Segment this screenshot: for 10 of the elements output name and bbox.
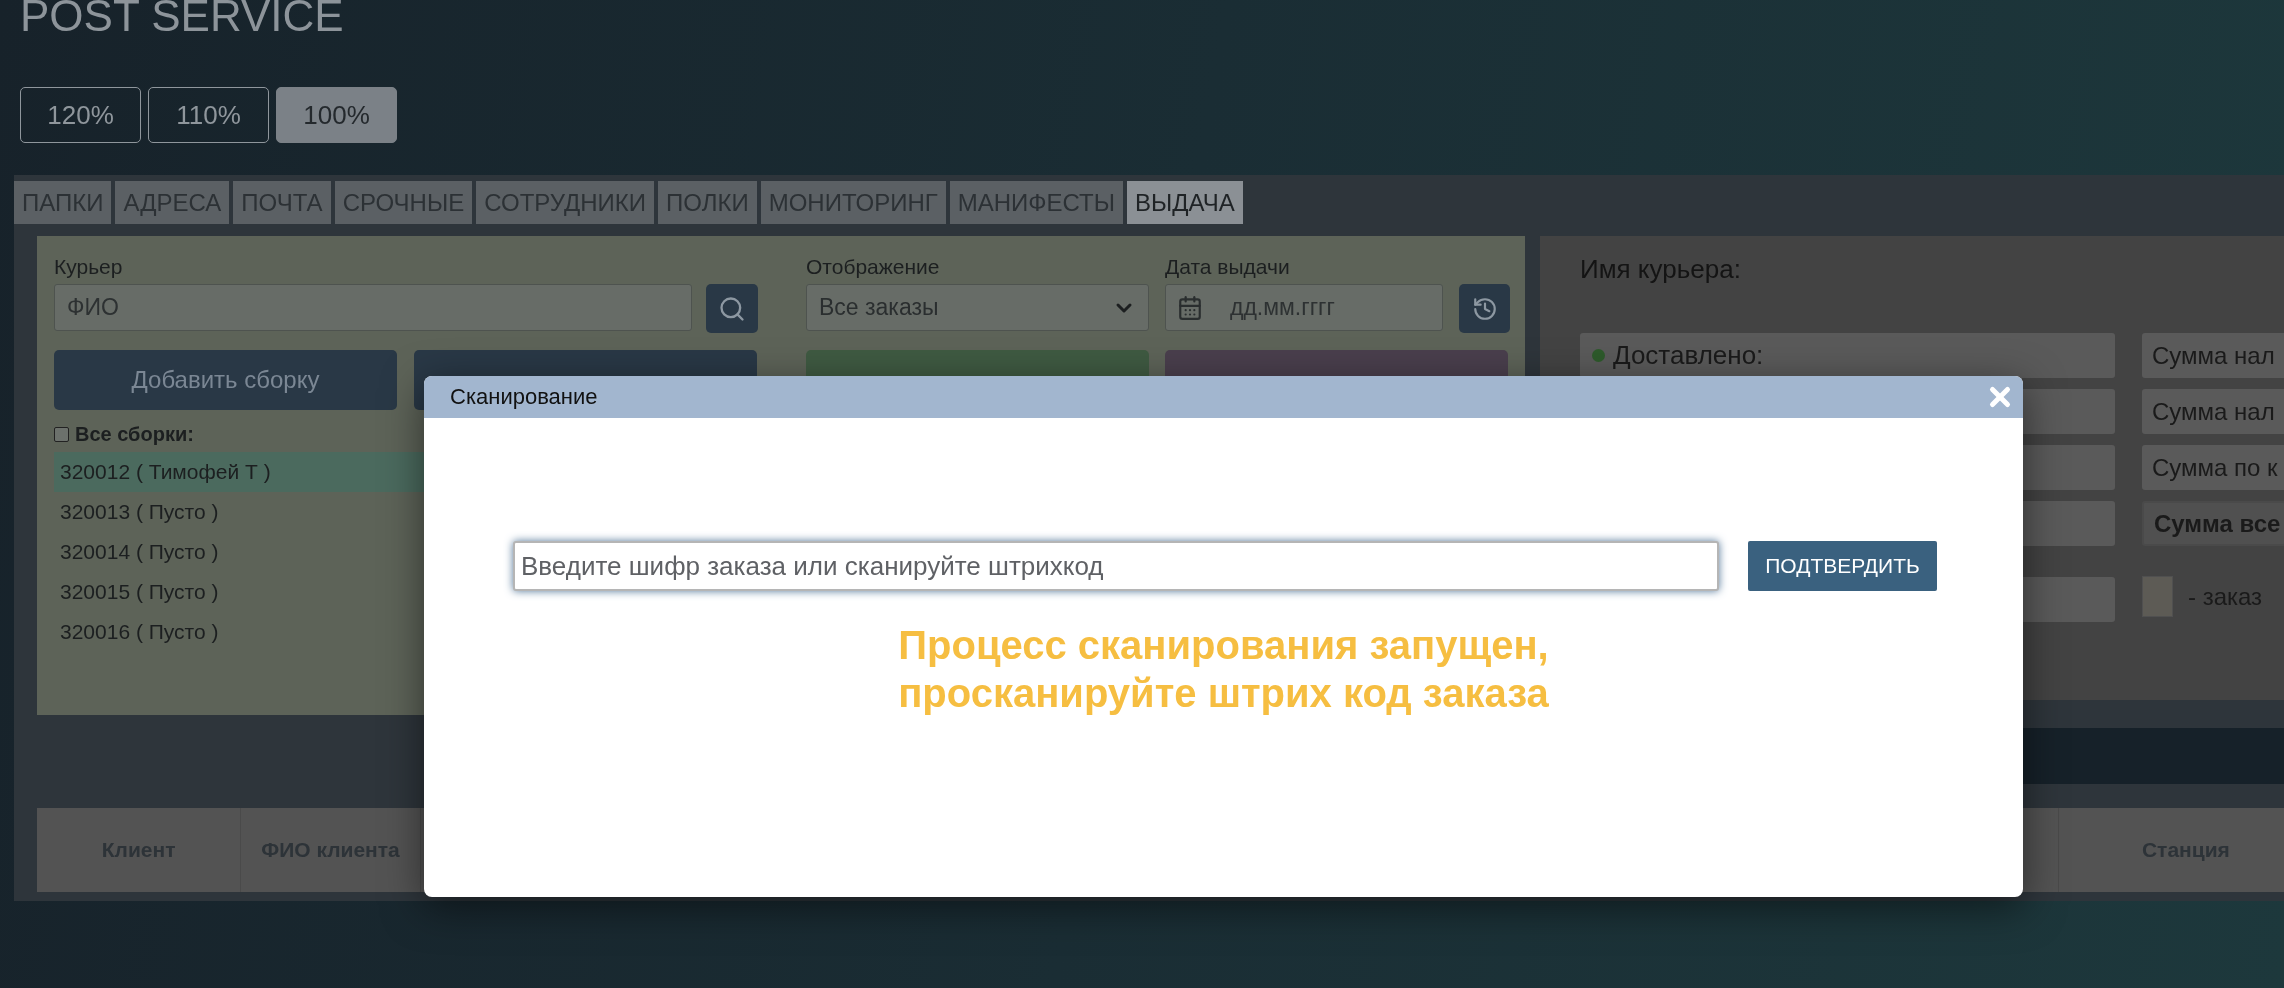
sum-field: Сумма нал [2142,333,2284,378]
status-label: Доставлено: [1613,340,1764,371]
scan-message: Процесс сканирования запущен, просканируйте штрих код заказа [898,622,1549,717]
dialog-title: Сканирование [450,384,598,410]
courier-label: Курьер [54,255,124,279]
sum-field: Сумма по к [2142,445,2284,490]
display-label: Отображение [806,255,941,279]
app-title: POST SERVICE [20,0,344,42]
date-label: Дата выдачи [1165,255,1291,279]
sum-field: Сумма нал [2142,389,2284,434]
